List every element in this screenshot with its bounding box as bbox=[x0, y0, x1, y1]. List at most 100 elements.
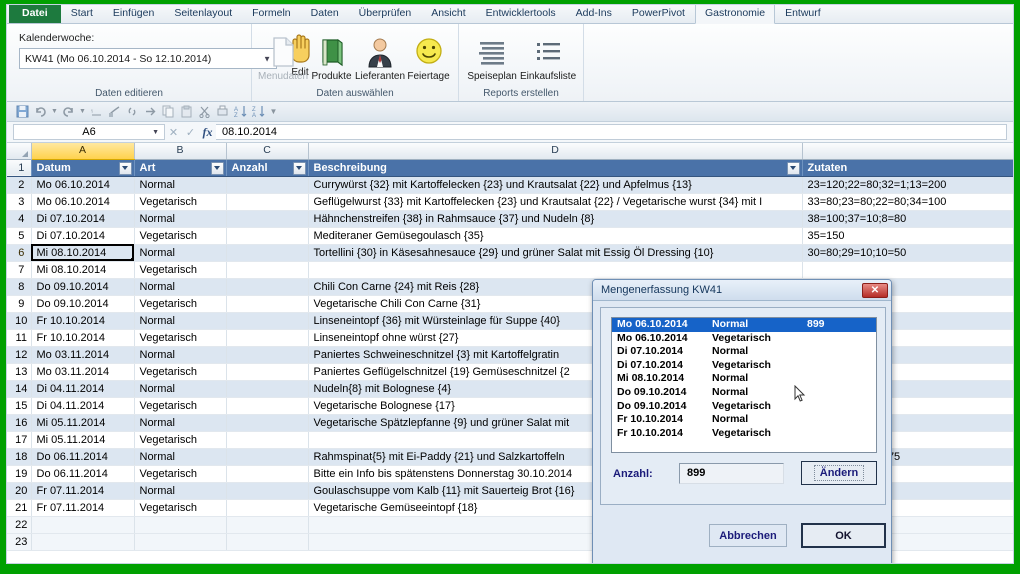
cell-art[interactable]: Normal bbox=[134, 176, 226, 193]
header-beschreibung[interactable]: Beschreibung bbox=[308, 159, 802, 176]
tab-start[interactable]: Start bbox=[61, 4, 103, 23]
cell-beschreibung[interactable]: Geflügelwurst {33} mit Kartoffelecken {2… bbox=[308, 193, 802, 210]
column-header-d[interactable]: D bbox=[308, 143, 802, 159]
cell-anzahl[interactable] bbox=[226, 278, 308, 295]
table-row[interactable]: 6Mi 08.10.2014NormalTortellini {30} in K… bbox=[7, 244, 1013, 261]
tab-seitenlayout[interactable]: Seitenlayout bbox=[164, 4, 242, 23]
cell-zutaten[interactable] bbox=[802, 261, 1013, 278]
cell-anzahl[interactable] bbox=[226, 380, 308, 397]
format-painter-icon[interactable] bbox=[107, 104, 122, 119]
header-datum[interactable]: Datum bbox=[31, 159, 134, 176]
cell-art[interactable]: Vegetarisch bbox=[134, 465, 226, 482]
cell-anzahl[interactable] bbox=[226, 414, 308, 431]
speiseplan-button[interactable]: Speiseplan bbox=[465, 31, 519, 82]
cell-art[interactable]: Normal bbox=[134, 312, 226, 329]
header-anzahl[interactable]: Anzahl bbox=[226, 159, 308, 176]
cell-datum[interactable]: Do 09.10.2014 bbox=[31, 295, 134, 312]
table-row[interactable]: 2Mo 06.10.2014NormalCurrywürst {32} mit … bbox=[7, 176, 1013, 193]
arrow-right-icon[interactable] bbox=[143, 104, 158, 119]
cell-anzahl[interactable] bbox=[226, 176, 308, 193]
cell-anzahl[interactable] bbox=[226, 499, 308, 516]
list-item[interactable]: Fr 10.10.2014Normal bbox=[612, 413, 876, 427]
cell-datum[interactable]: Do 09.10.2014 bbox=[31, 278, 134, 295]
tab-ueberpruefen[interactable]: Überprüfen bbox=[349, 4, 422, 23]
cell-anzahl[interactable] bbox=[226, 261, 308, 278]
row-header-14[interactable]: 14 bbox=[7, 380, 31, 397]
list-item[interactable]: Do 09.10.2014Vegetarisch bbox=[612, 400, 876, 414]
cell-datum[interactable]: Mo 06.10.2014 bbox=[31, 193, 134, 210]
cell-datum[interactable]: Di 07.10.2014 bbox=[31, 227, 134, 244]
cell-zutaten[interactable]: 23=120;22=80;32=1;13=200 bbox=[802, 176, 1013, 193]
cell-art[interactable] bbox=[134, 533, 226, 550]
redo-dropdown-icon[interactable]: ▼ bbox=[79, 104, 86, 119]
save-icon[interactable] bbox=[15, 104, 30, 119]
cell-anzahl[interactable] bbox=[226, 312, 308, 329]
row-header-10[interactable]: 10 bbox=[7, 312, 31, 329]
cell-datum[interactable]: Fr 07.11.2014 bbox=[31, 499, 134, 516]
tab-datei[interactable]: Datei bbox=[9, 4, 61, 23]
column-header-a[interactable]: A bbox=[31, 143, 134, 159]
cell-beschreibung[interactable]: Hähnchenstreifen {38} in Rahmsauce {37} … bbox=[308, 210, 802, 227]
link-icon[interactable] bbox=[125, 104, 140, 119]
ok-button[interactable]: OK bbox=[801, 523, 886, 548]
cell-zutaten[interactable]: 38=100;37=10;8=80 bbox=[802, 210, 1013, 227]
select-all-corner[interactable] bbox=[7, 143, 31, 159]
mengen-listbox[interactable]: Mo 06.10.2014Normal899Mo 06.10.2014Veget… bbox=[611, 317, 877, 453]
cell-anzahl[interactable] bbox=[226, 516, 308, 533]
tab-add-ins[interactable]: Add-Ins bbox=[566, 4, 622, 23]
row-header-11[interactable]: 11 bbox=[7, 329, 31, 346]
copy-icon[interactable] bbox=[161, 104, 176, 119]
filter-icon-beschreibung[interactable] bbox=[787, 162, 800, 175]
cell-datum[interactable]: Mo 03.11.2014 bbox=[31, 363, 134, 380]
cell-art[interactable]: Vegetarisch bbox=[134, 227, 226, 244]
cell-anzahl[interactable] bbox=[226, 363, 308, 380]
undo-dropdown-icon[interactable]: ▼ bbox=[51, 104, 58, 119]
cell-datum[interactable]: Do 06.11.2014 bbox=[31, 465, 134, 482]
print-preview-icon[interactable] bbox=[215, 104, 230, 119]
cell-datum[interactable]: Do 06.11.2014 bbox=[31, 448, 134, 465]
row-header-8[interactable]: 8 bbox=[7, 278, 31, 295]
cell-art[interactable]: Vegetarisch bbox=[134, 431, 226, 448]
cell-art[interactable]: Normal bbox=[134, 346, 226, 363]
row-header-19[interactable]: 19 bbox=[7, 465, 31, 482]
tab-powerpivot[interactable]: PowerPivot bbox=[622, 4, 695, 23]
cell-datum[interactable]: Mo 03.11.2014 bbox=[31, 346, 134, 363]
cell-art[interactable]: Vegetarisch bbox=[134, 499, 226, 516]
cell-datum[interactable]: Di 04.11.2014 bbox=[31, 380, 134, 397]
cell-beschreibung[interactable]: Tortellini {30} in Käsesahnesauce {29} u… bbox=[308, 244, 802, 261]
insert-function-icon[interactable]: fx bbox=[199, 122, 216, 142]
cell-art[interactable]: Vegetarisch bbox=[134, 329, 226, 346]
header-art[interactable]: Art bbox=[134, 159, 226, 176]
kalenderwoche-combobox[interactable]: KW41 (Mo 06.10.2014 - So 12.10.2014) ▼ bbox=[19, 48, 277, 69]
row-header-18[interactable]: 18 bbox=[7, 448, 31, 465]
menudaten-button[interactable]: Menudaten bbox=[258, 31, 308, 82]
row-header-2[interactable]: 2 bbox=[7, 176, 31, 193]
cell-anzahl[interactable] bbox=[226, 295, 308, 312]
row-header-6[interactable]: 6 bbox=[7, 244, 31, 261]
row-header-22[interactable]: 22 bbox=[7, 516, 31, 533]
cell-anzahl[interactable] bbox=[226, 346, 308, 363]
row-header-9[interactable]: 9 bbox=[7, 295, 31, 312]
sort-ascending-icon[interactable]: AZ bbox=[233, 104, 248, 119]
cell-art[interactable]: Normal bbox=[134, 278, 226, 295]
cancel-formula-icon[interactable]: ✕ bbox=[165, 122, 182, 142]
cell-art[interactable]: Vegetarisch bbox=[134, 295, 226, 312]
row-header-23[interactable]: 23 bbox=[7, 533, 31, 550]
list-item[interactable]: Mi 08.10.2014Normal bbox=[612, 372, 876, 386]
list-item[interactable]: Do 09.10.2014Normal bbox=[612, 386, 876, 400]
anzahl-input[interactable]: 899 bbox=[679, 463, 784, 484]
cell-anzahl[interactable] bbox=[226, 533, 308, 550]
feiertage-button[interactable]: Feiertage bbox=[405, 31, 452, 82]
cell-art[interactable]: Vegetarisch bbox=[134, 397, 226, 414]
filter-icon-anzahl[interactable] bbox=[293, 162, 306, 175]
cell-datum[interactable]: Mi 08.10.2014 bbox=[31, 244, 134, 261]
row-header-21[interactable]: 21 bbox=[7, 499, 31, 516]
cell-anzahl[interactable] bbox=[226, 244, 308, 261]
cell-datum[interactable]: Mi 05.11.2014 bbox=[31, 414, 134, 431]
cell-art[interactable]: Vegetarisch bbox=[134, 193, 226, 210]
tab-gastronomie[interactable]: Gastronomie bbox=[695, 4, 775, 24]
tab-formeln[interactable]: Formeln bbox=[242, 4, 301, 23]
cell-beschreibung[interactable]: Currywürst {32} mit Kartoffelecken {23} … bbox=[308, 176, 802, 193]
list-item[interactable]: Di 07.10.2014Normal bbox=[612, 345, 876, 359]
cell-anzahl[interactable] bbox=[226, 210, 308, 227]
